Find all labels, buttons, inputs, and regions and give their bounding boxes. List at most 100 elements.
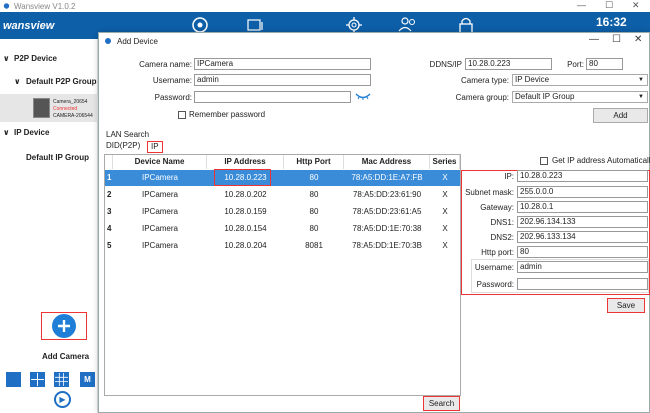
gateway-label: Gateway:	[480, 203, 514, 212]
single-view-icon[interactable]	[6, 372, 21, 387]
net-username-label: Username:	[474, 263, 514, 272]
http-port-input[interactable]: 80	[517, 246, 648, 258]
mac-address-cell: 78:A5:DD:1E:70:38	[352, 224, 422, 233]
minimize-button[interactable]: —	[577, 0, 586, 10]
camera-status: Connected	[53, 106, 78, 112]
device-name-cell: IPCamera	[141, 224, 178, 233]
http-port-label: Http port:	[481, 248, 514, 257]
app-logo-icon	[3, 3, 10, 9]
app-titlebar: Wansview V1.0.2 — ☐ ✕	[0, 0, 650, 12]
ip-address-cell: 10.28.0.159	[224, 207, 267, 216]
dialog-app-icon	[105, 38, 111, 44]
subnet-mask-input[interactable]: 255.0.0.0	[517, 186, 648, 198]
username-input[interactable]: admin	[194, 74, 371, 86]
col-ip-address[interactable]: IP Address	[207, 155, 284, 169]
col-mac-address[interactable]: Mac Address	[344, 155, 430, 169]
camera-group-label: Camera group:	[455, 93, 509, 102]
lan-search-label: LAN Search	[106, 130, 150, 139]
http-port-cell: 8081	[305, 241, 323, 250]
table-row[interactable]: 3 IPCamera 10.28.0.159 80 78:A5:DD:23:61…	[105, 204, 460, 220]
tab-ip[interactable]: IP	[147, 141, 163, 153]
p2p-group-node[interactable]: Default P2P Group	[26, 77, 97, 86]
chevron-down-icon[interactable]: ∨	[14, 77, 21, 86]
dialog-maximize-button[interactable]: ☐	[612, 34, 621, 45]
net-username-input[interactable]: admin	[517, 261, 648, 273]
dialog-titlebar: Add Device	[99, 33, 649, 49]
chevron-down-icon[interactable]: ∨	[3, 128, 10, 137]
add-camera-button[interactable]	[41, 312, 87, 340]
dns2-label: DNS2:	[490, 233, 514, 242]
search-button[interactable]: Search	[423, 396, 460, 411]
quad-view-icon[interactable]	[30, 372, 45, 387]
http-port-cell: 80	[309, 173, 319, 182]
dns2-input[interactable]: 202.96.133.134	[517, 231, 648, 243]
table-row[interactable]: 5 IPCamera 10.28.0.204 8081 78:A5:DD:1E:…	[105, 238, 460, 254]
mac-address-cell: 78:A5:DD:23:61:90	[352, 190, 422, 199]
show-password-eye-icon[interactable]	[355, 91, 371, 101]
series-cell: X	[442, 224, 448, 233]
device-name-cell: IPCamera	[141, 173, 178, 182]
password-input[interactable]	[194, 91, 351, 103]
series-cell: X	[442, 207, 448, 216]
series-cell: X	[442, 190, 448, 199]
row-index: 4	[107, 224, 112, 233]
remember-password-label: Remember password	[189, 110, 266, 119]
series-cell: X	[442, 241, 448, 250]
dropdown-arrow-icon: ▼	[638, 94, 644, 100]
password-label: Password:	[154, 93, 192, 102]
table-row[interactable]: 4 IPCamera 10.28.0.154 80 78:A5:DD:1E:70…	[105, 221, 460, 237]
dns1-label: DNS1:	[490, 218, 514, 227]
dialog-close-button[interactable]: ✕	[634, 34, 642, 45]
camera-type-label: Camera type:	[460, 76, 509, 85]
device-table: Device Name IP Address Http Port Mac Add…	[104, 154, 461, 396]
dropdown-arrow-icon: ▼	[638, 77, 644, 83]
dialog-title: Add Device	[117, 36, 158, 46]
ip-address-cell: 10.28.0.202	[224, 190, 267, 199]
port-input[interactable]: 80	[586, 58, 623, 70]
col-series[interactable]: Series	[430, 155, 460, 169]
gateway-input[interactable]: 10.28.0.1	[517, 201, 648, 213]
dns1-input[interactable]: 202.96.134.133	[517, 216, 648, 228]
maximize-button[interactable]: ☐	[605, 0, 613, 11]
plus-icon	[52, 314, 76, 338]
camera-group-select[interactable]: Default IP Group ▼	[512, 91, 648, 103]
row-index: 3	[107, 207, 112, 216]
camera-type-value: IP Device	[515, 75, 550, 84]
table-row[interactable]: 1 IPCamera 10.28.0.223 80 78:A5:DD:1E:A7…	[105, 170, 460, 186]
nine-view-icon[interactable]	[54, 372, 69, 387]
close-button[interactable]: ✕	[632, 0, 640, 11]
ddns-ip-input[interactable]: 10.28.0.223	[465, 58, 552, 70]
get-ip-auto-checkbox[interactable]	[540, 157, 548, 165]
mac-address-cell: 78:A5:DD:23:61:A5	[352, 207, 422, 216]
save-button[interactable]: Save	[607, 298, 645, 313]
camera-name-input[interactable]: IPCamera	[194, 58, 371, 70]
net-password-input[interactable]	[517, 278, 648, 290]
camera-name: Camera_20654	[53, 99, 88, 105]
ip-input[interactable]: 10.28.0.223	[517, 170, 648, 182]
get-ip-auto-label: Get IP address Automatically	[552, 156, 650, 165]
camera-type-select[interactable]: IP Device ▼	[512, 74, 648, 86]
add-button[interactable]: Add	[593, 108, 648, 123]
device-name-cell: IPCamera	[141, 241, 178, 250]
http-port-cell: 80	[309, 207, 319, 216]
camera-name-label: Camera name:	[139, 60, 192, 69]
port-label: Port:	[567, 60, 584, 69]
app-title: Wansview V1.0.2	[14, 1, 76, 11]
ip-group-node[interactable]: Default IP Group	[26, 153, 89, 162]
row-index: 1	[107, 173, 112, 182]
dialog-minimize-button[interactable]: —	[589, 34, 599, 45]
subnet-mask-label: Subnet mask:	[465, 188, 514, 197]
p2p-device-node[interactable]: P2P Device	[14, 54, 57, 63]
add-camera-label: Add Camera	[42, 352, 90, 361]
device-name-cell: IPCamera	[141, 207, 178, 216]
tab-did-p2p[interactable]: DID(P2P)	[106, 141, 140, 153]
ip-device-node[interactable]: IP Device	[14, 128, 49, 137]
add-device-dialog: Add Device — ☐ ✕ Camera name: IPCamera U…	[98, 32, 650, 413]
col-http-port[interactable]: Http Port	[284, 155, 344, 169]
multi-view-m-icon[interactable]: M	[80, 372, 95, 387]
play-icon[interactable]: ▶	[54, 391, 71, 408]
table-row[interactable]: 2 IPCamera 10.28.0.202 80 78:A5:DD:23:61…	[105, 187, 460, 203]
chevron-down-icon[interactable]: ∨	[3, 54, 10, 63]
remember-password-checkbox[interactable]	[178, 111, 186, 119]
col-device-name[interactable]: Device Name	[113, 155, 207, 169]
